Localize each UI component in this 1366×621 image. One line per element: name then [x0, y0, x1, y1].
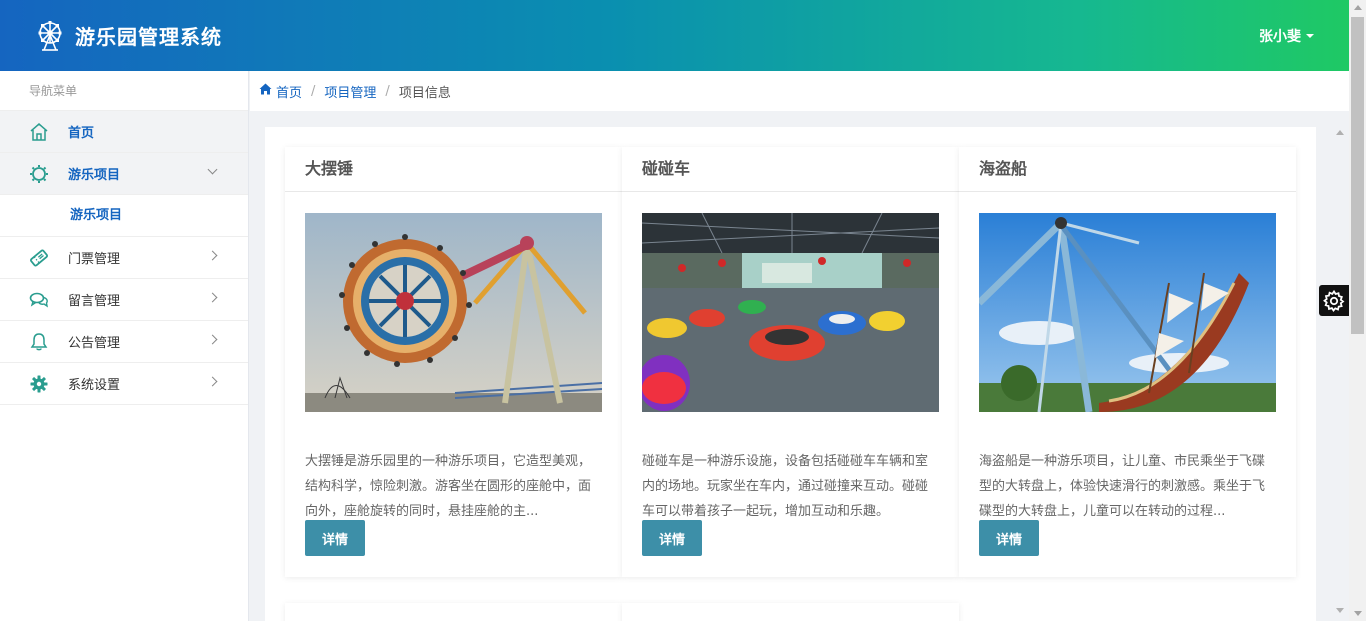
app-title: 游乐园管理系统 [75, 25, 222, 49]
scrollbar-thumb[interactable] [1351, 17, 1364, 334]
ride-card: 大摆锤 大摆锤是游乐园里的一种游乐项目，它造型美观，结构科学，惊险刺激。游客坐在… [285, 147, 622, 577]
sidebar-item-label: 系统设置 [68, 378, 121, 393]
scroll-down-arrow-icon[interactable] [1354, 611, 1362, 616]
card-description: 大摆锤是游乐园里的一种游乐项目，它造型美观，结构科学，惊险刺激。游客坐在圆形的座… [305, 454, 592, 519]
sidebar-item-tickets[interactable]: 门票管理 [0, 237, 248, 279]
gear-icon [1323, 289, 1345, 312]
gear-icon [28, 373, 50, 395]
sidebar-item-messages[interactable]: 留言管理 [0, 279, 248, 321]
settings-float-button[interactable] [1319, 285, 1349, 316]
details-button[interactable]: 详情 [642, 520, 702, 556]
details-button[interactable]: 详情 [305, 520, 365, 556]
pirate-ship-photo [979, 213, 1276, 412]
chevron-right-icon [207, 334, 218, 345]
card-description: 碰碰车是一种游乐设施，设备包括碰碰车车辆和室内的场地。玩家坐在车内，通过碰撞来互… [642, 454, 929, 519]
ride-card: 碰碰车 碰碰车是一种游乐设施，设备包括碰碰车车辆和室内的场地。玩家坐在车内，通过… [622, 147, 959, 577]
submenu-item-rides[interactable]: 游乐项目 [0, 195, 248, 237]
card-description: 海盗船是一种游乐项目，让儿童、市民乘坐于飞碟型的大转盘上，体验快速滑行的刺激感。… [979, 454, 1266, 519]
ferris-wheel-icon [38, 20, 62, 51]
chevron-down-icon [207, 164, 218, 175]
chevron-right-icon [207, 250, 218, 261]
ride-card-list-row2 [285, 603, 959, 621]
pendulum-ride-photo [305, 213, 602, 412]
ride-card: 海盗船 海盗船是一种游乐项目，让儿童、市民乘坐于飞碟型的大转盘上，体验快速滑行的… [959, 147, 1296, 577]
home-icon [259, 83, 272, 99]
ride-card-list: 大摆锤 大摆锤是游乐园里的一种游乐项目，它造型美观，结构科学，惊险刺激。游客坐在… [285, 147, 1296, 577]
scroll-down-arrow-icon[interactable] [1336, 608, 1344, 613]
chevron-right-icon [207, 292, 218, 303]
user-name: 张小斐 [1259, 28, 1301, 45]
page-scrollbar[interactable] [1349, 0, 1366, 621]
bumper-cars-photo [642, 213, 939, 412]
sun-icon [28, 163, 50, 185]
breadcrumb-home[interactable]: 首页 [276, 82, 302, 101]
chat-icon [28, 289, 50, 311]
scroll-up-arrow-icon[interactable] [1354, 5, 1362, 10]
sidebar-item-label: 门票管理 [68, 252, 121, 267]
content-panel: 大摆锤 大摆锤是游乐园里的一种游乐项目，它造型美观，结构科学，惊险刺激。游客坐在… [265, 127, 1316, 621]
top-header: 游乐园管理系统 张小斐 [0, 0, 1349, 71]
ride-card [285, 603, 622, 621]
caret-down-icon [1306, 33, 1314, 38]
sidebar: 导航菜单 首页 游乐项目 游乐项目 门票管理 留言管理 公告管理 系统设置 [0, 71, 249, 621]
sidebar-item-label: 公告管理 [68, 336, 121, 351]
ride-card [622, 603, 959, 621]
bell-icon [28, 331, 50, 353]
sidebar-item-rides[interactable]: 游乐项目 [0, 153, 248, 195]
sidebar-item-label: 首页 [68, 126, 95, 141]
user-menu[interactable]: 张小斐 [1259, 26, 1314, 46]
home-icon [28, 121, 50, 143]
breadcrumb-current: 项目信息 [398, 85, 451, 101]
scroll-up-arrow-icon[interactable] [1336, 130, 1344, 135]
card-title: 碰碰车 [622, 147, 959, 192]
breadcrumb: 首页 / 项目管理 / 项目信息 [250, 71, 1349, 111]
details-button[interactable]: 详情 [979, 520, 1039, 556]
sidebar-heading: 导航菜单 [0, 71, 248, 111]
brand[interactable]: 游乐园管理系统 [34, 20, 222, 52]
card-title: 大摆锤 [285, 147, 622, 192]
sidebar-item-home[interactable]: 首页 [0, 111, 248, 153]
breadcrumb-separator: / [385, 83, 390, 99]
ticket-icon [28, 247, 50, 269]
sidebar-item-label: 游乐项目 [68, 168, 121, 183]
breadcrumb-separator: / [311, 83, 316, 99]
sidebar-item-label: 留言管理 [68, 294, 121, 309]
sidebar-item-notices[interactable]: 公告管理 [0, 321, 248, 363]
breadcrumb-section[interactable]: 项目管理 [324, 82, 376, 101]
card-title: 海盗船 [959, 147, 1296, 192]
sidebar-item-settings[interactable]: 系统设置 [0, 363, 248, 405]
chevron-right-icon [207, 376, 218, 387]
